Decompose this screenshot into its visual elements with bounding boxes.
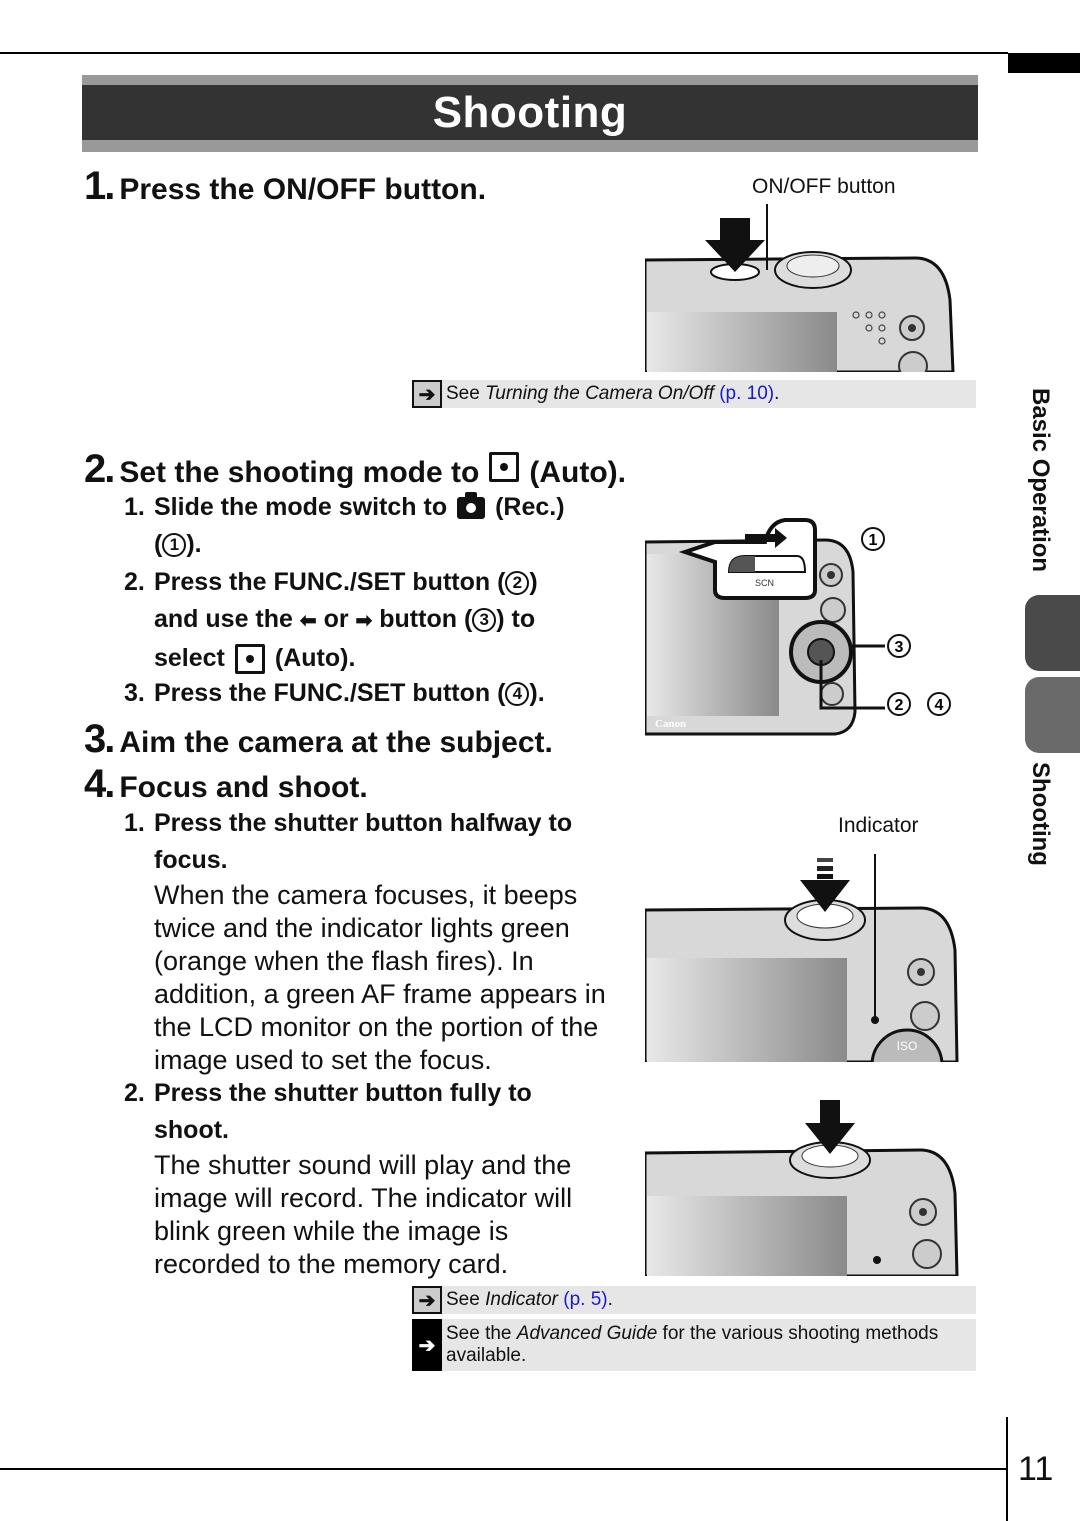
side-tab-shooting[interactable] — [1025, 677, 1080, 753]
step-2: 2. Set the shooting mode to (Auto). — [84, 447, 626, 491]
side-section-label: Basic Operation — [1027, 388, 1054, 573]
svg-text:ISO: ISO — [897, 1039, 918, 1053]
camera-back-figure-mode: Canon SCN 1 3 2 4 — [645, 518, 951, 736]
page-title: Shooting — [432, 87, 628, 137]
auto-mode-icon — [234, 644, 265, 675]
substep-2-2: 2. Press the FUNC./SET button (2) and use… — [124, 564, 644, 677]
camera-top-figure-onoff — [645, 204, 955, 372]
marker-2: 2 — [895, 697, 904, 714]
substep-2-1: 1. Slide the mode switch to (Rec.) (1). — [124, 492, 565, 558]
arrow-right-icon: ➔ — [412, 1286, 442, 1314]
marker-4: 4 — [935, 697, 944, 714]
substep-4-1: 1. Press the shutter button halfway to fo… — [124, 805, 644, 1077]
arrow-right-icon: ➔ — [412, 380, 442, 408]
step-title: Press the ON/OFF button. — [119, 173, 487, 206]
reference-note-indicator: ➔ See Indicator (p. 5). — [412, 1286, 976, 1314]
top-rule — [0, 52, 1008, 54]
page-number: 11 — [1018, 1450, 1054, 1488]
marker-2: 2 — [505, 571, 530, 596]
indicator-lamp — [871, 1016, 879, 1024]
step-1: 1. Press the ON/OFF button. — [84, 164, 486, 209]
figure-label-onoff: ON/OFF button — [752, 175, 896, 198]
marker-3: 3 — [472, 608, 497, 633]
step-3: 3. Aim the camera at the subject. — [84, 717, 553, 761]
brand-logo: Canon — [655, 718, 686, 730]
lcd-screen — [647, 312, 837, 372]
bottom-rule — [0, 1468, 1008, 1470]
marker-3: 3 — [895, 639, 904, 656]
page-number-divider — [1006, 1417, 1008, 1521]
substep-body: When the camera focuses, it beeps twice a… — [154, 880, 606, 1075]
reference-note-onoff: ➔ See Turning the Camera On/Off (p. 10). — [412, 380, 976, 408]
page-link[interactable]: (p. 5) — [563, 1289, 607, 1311]
page-link[interactable]: (p. 10) — [719, 383, 774, 405]
reference-note-advanced-guide: ➔ See the Advanced Guide for the various… — [412, 1319, 976, 1371]
side-current-label: Shooting — [1027, 762, 1054, 866]
step-4: 4. Focus and shoot. — [84, 762, 368, 806]
figure-label-indicator: Indicator — [838, 814, 919, 837]
marker-1: 1 — [162, 533, 187, 558]
substep-4-2: 2. Press the shutter button fully to shoo… — [124, 1075, 644, 1281]
camera-top-figure-fullpress — [645, 1100, 959, 1276]
side-tab-basic-operation[interactable] — [1025, 595, 1080, 671]
camera-rec-icon — [457, 492, 486, 520]
substep-body: The shutter sound will play and the image… — [154, 1150, 573, 1279]
camera-top-figure-halfpress: ISO — [645, 854, 959, 1062]
substep-2-3: 3. Press the FUNC./SET button (4). — [124, 679, 545, 707]
marker-4: 4 — [505, 682, 530, 707]
top-corner-tab — [1008, 53, 1080, 73]
left-arrow-icon: ⬅ — [299, 610, 317, 632]
section-banner: Shooting — [82, 75, 978, 152]
arrow-right-icon: ➔ — [412, 1319, 442, 1371]
marker-1: 1 — [869, 532, 878, 549]
svg-text:SCN: SCN — [755, 578, 774, 588]
auto-mode-icon — [489, 452, 520, 482]
right-arrow-icon: ➡ — [355, 610, 373, 632]
step-number: 1. — [84, 164, 115, 208]
